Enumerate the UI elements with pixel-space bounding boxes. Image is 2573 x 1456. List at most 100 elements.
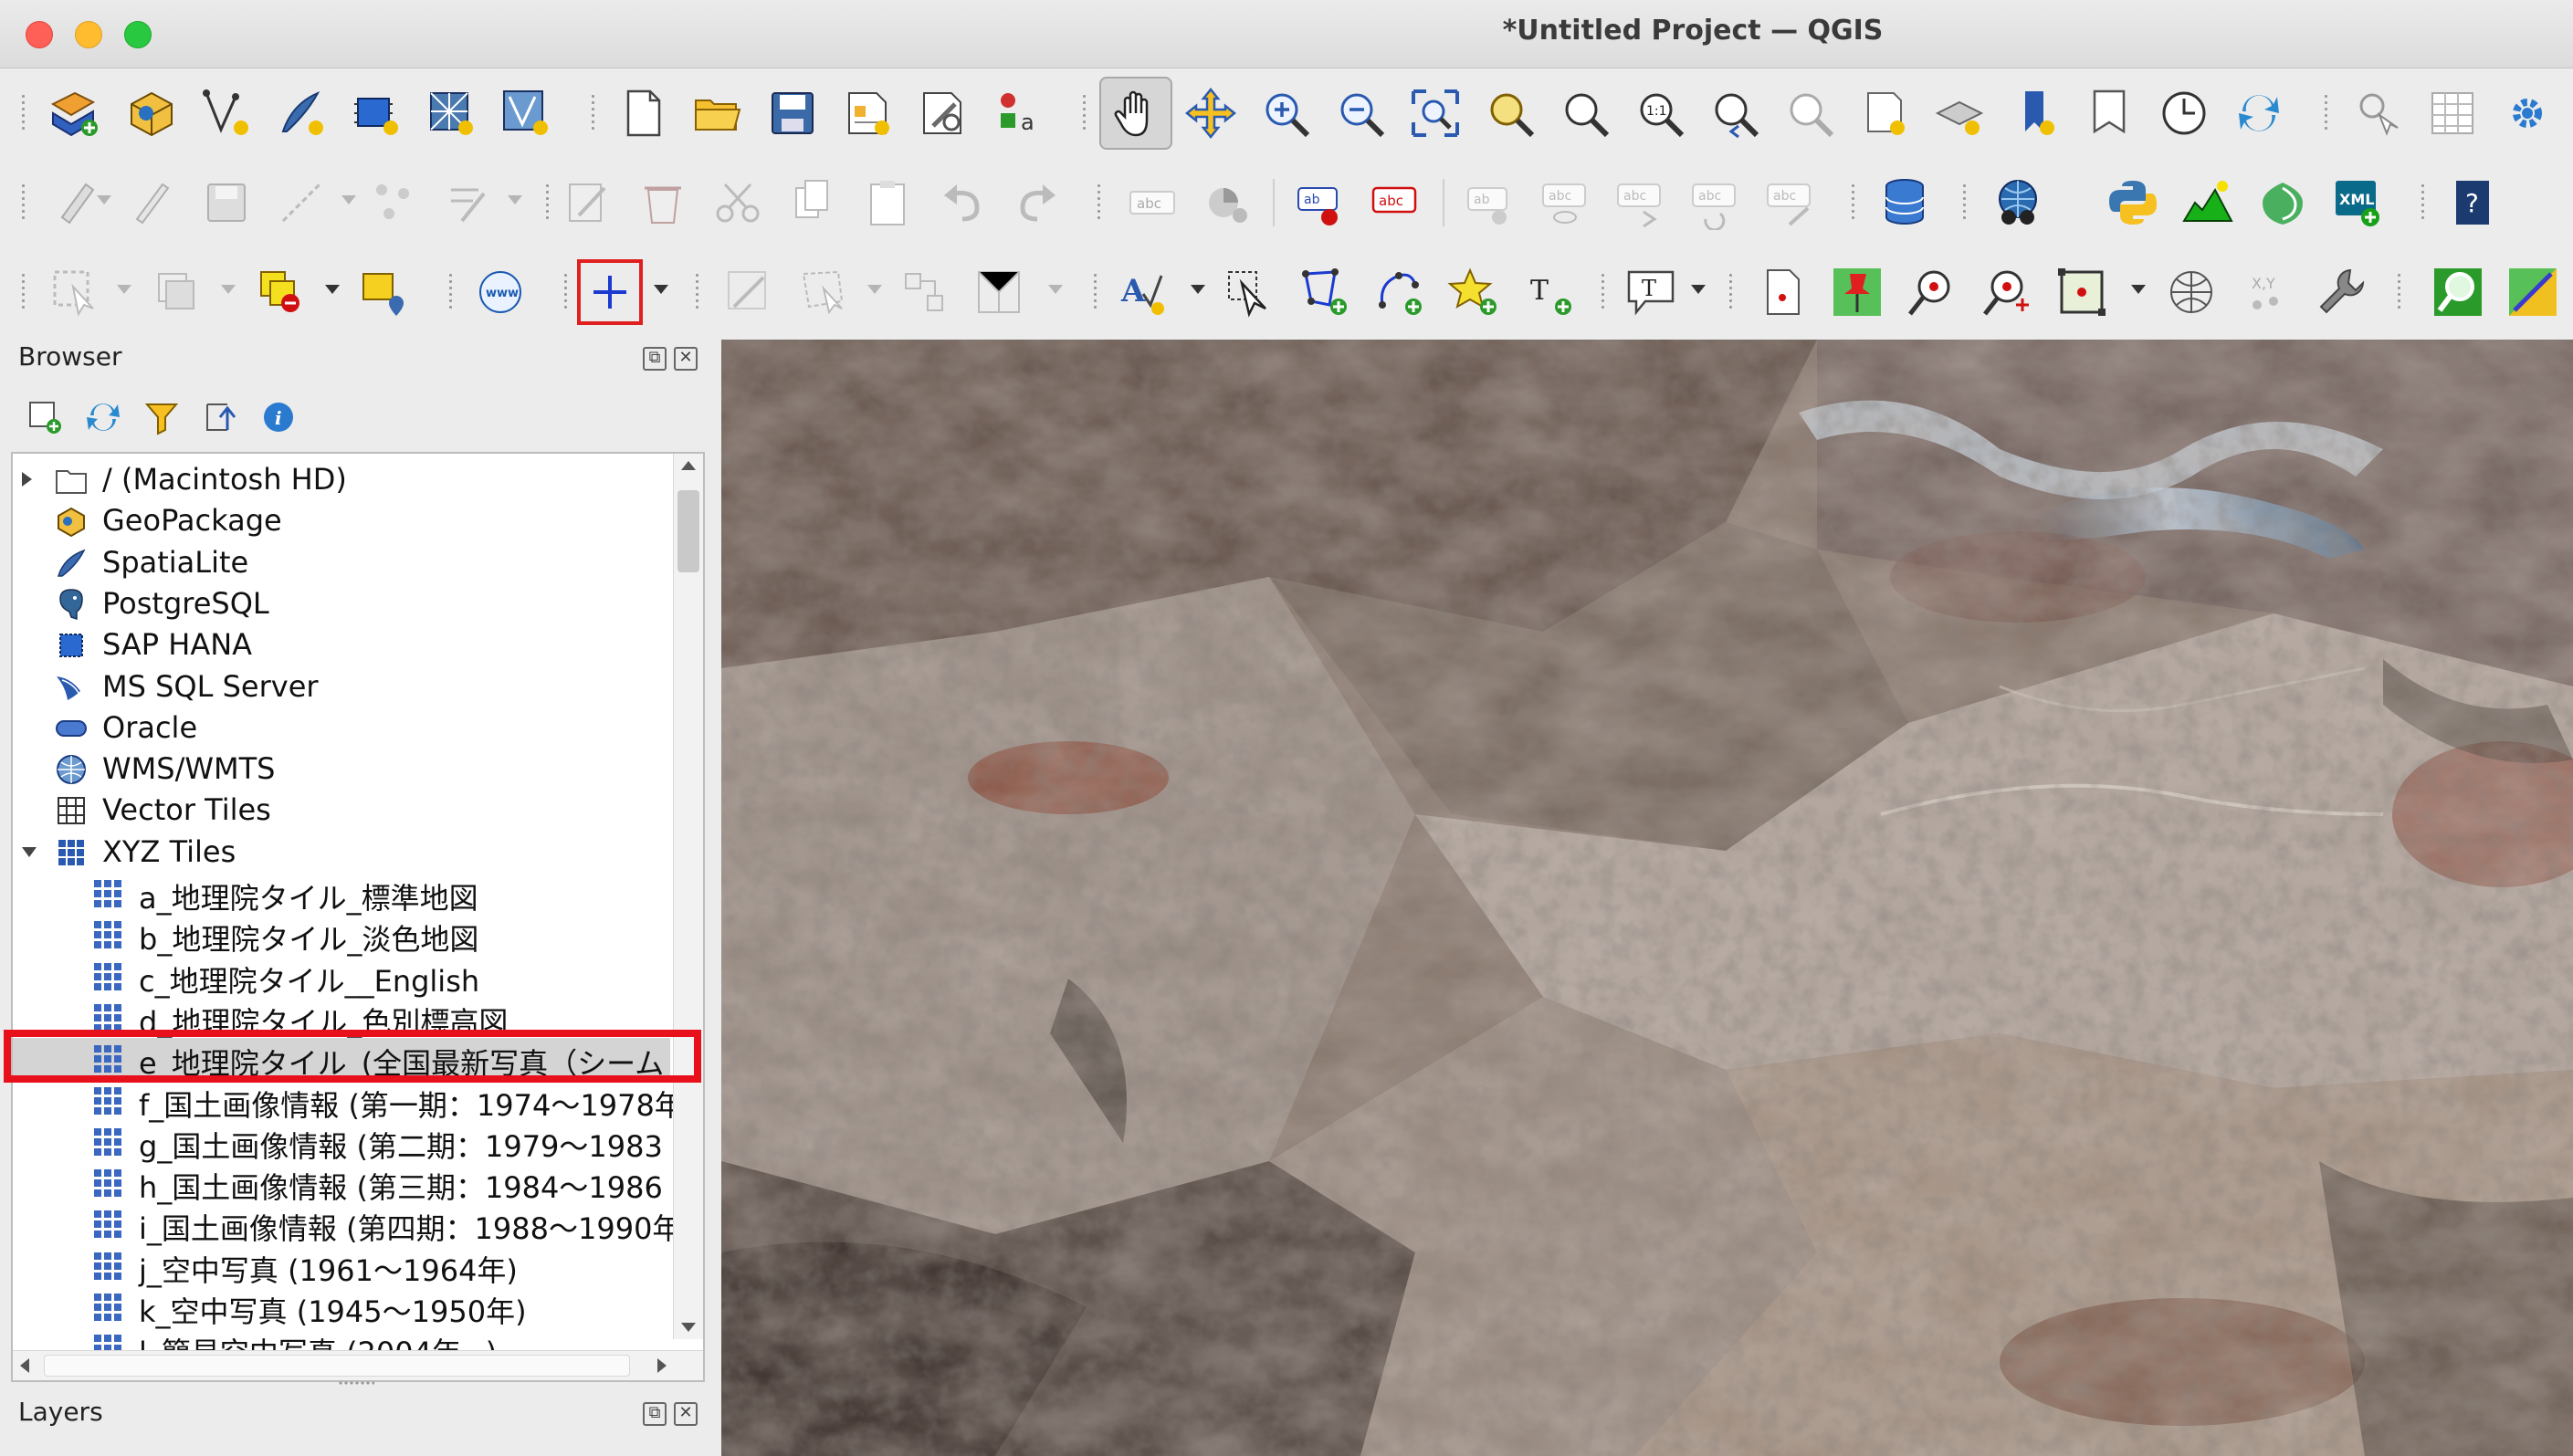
toolbar-grip[interactable] xyxy=(2420,183,2426,223)
geometry-checker-dropdown[interactable] xyxy=(1048,285,1063,294)
cut-features-icon[interactable] xyxy=(701,166,774,239)
create-text-annotation-icon[interactable]: T xyxy=(1512,256,1585,329)
network-web-icon[interactable] xyxy=(2155,256,2228,329)
zoom-next-icon[interactable] xyxy=(1773,77,1846,150)
digitize-line-icon[interactable] xyxy=(265,166,338,239)
help-contents-icon[interactable]: ? xyxy=(2436,166,2509,239)
processing-toolbox-icon[interactable] xyxy=(2491,77,2564,150)
text-annotation-icon[interactable]: T xyxy=(1614,256,1687,329)
browser-item-sap-hana[interactable]: SAP HANA xyxy=(13,624,670,665)
show-bookmarks-icon[interactable] xyxy=(2073,77,2146,150)
select-features-dropdown[interactable] xyxy=(117,285,131,294)
modify-attributes-dropdown[interactable] xyxy=(508,195,522,204)
select-by-value-dropdown[interactable] xyxy=(221,285,236,294)
scroll-right-arrow-icon[interactable] xyxy=(657,1358,667,1373)
pan-map-icon[interactable] xyxy=(1099,77,1172,150)
modify-attributes-icon[interactable] xyxy=(433,166,506,239)
geometry-checker-icon[interactable] xyxy=(962,256,1035,329)
open-project-icon[interactable] xyxy=(681,77,754,150)
refresh-browser-button[interactable] xyxy=(77,391,130,444)
qgis2web-plugin-icon[interactable] xyxy=(2246,166,2319,239)
browser-tree[interactable]: / (Macintosh HD) GeoPackage SpatiaLite Post… xyxy=(11,452,705,1382)
highlight-pinned-labels-icon[interactable]: ab xyxy=(1284,166,1357,239)
temporal-controller-icon[interactable] xyxy=(2148,77,2221,150)
search-layer-icon[interactable] xyxy=(2421,256,2494,329)
scroll-left-arrow-icon[interactable] xyxy=(20,1358,29,1373)
show-layout-manager-icon[interactable] xyxy=(906,77,979,150)
xyz-tile-item[interactable]: b_地理院タイル_淡色地図 xyxy=(13,914,670,957)
new-spatial-bookmark-icon[interactable] xyxy=(1998,77,2071,150)
create-line-annotation-icon[interactable] xyxy=(1362,256,1435,329)
select-features-icon[interactable] xyxy=(38,256,111,329)
toolbar-grip[interactable] xyxy=(590,93,596,133)
toolbar-grip[interactable] xyxy=(1096,183,1102,223)
zoom-native-resolution-icon[interactable]: 1:1 xyxy=(1623,77,1696,150)
toolbar-grip[interactable] xyxy=(20,183,26,223)
xyz-tile-item[interactable]: h_国土画像情報 (第三期：1984～1986 xyxy=(13,1162,670,1205)
vertex-tool-icon[interactable] xyxy=(358,166,431,239)
shapefile-layer-icon[interactable] xyxy=(190,77,263,150)
digitize-with-segment-icon[interactable] xyxy=(712,256,785,329)
current-edits-dropdown[interactable] xyxy=(97,195,111,204)
browser-item-vector-tiles[interactable]: Vector Tiles xyxy=(13,790,670,831)
horizontal-scrollbar[interactable] xyxy=(13,1350,703,1380)
toolbar-grip[interactable] xyxy=(694,272,700,312)
geopackage-layer-icon[interactable] xyxy=(115,77,188,150)
spatialite-layer-icon[interactable] xyxy=(265,77,338,150)
zoom-last-icon[interactable] xyxy=(1698,77,1771,150)
browser-item-folder[interactable]: / (Macintosh HD) xyxy=(13,459,670,500)
zoom-in-icon[interactable] xyxy=(1249,77,1322,150)
xyz-tile-item[interactable]: f_国土画像情報 (第一期：1974～1978年 xyxy=(13,1080,684,1123)
toolbar-grip[interactable] xyxy=(1092,272,1098,312)
expand-down-arrow-icon[interactable] xyxy=(22,846,37,857)
python-console-icon[interactable] xyxy=(2096,166,2169,239)
pan-to-selection-icon[interactable] xyxy=(1174,77,1247,150)
mesh-layer-icon[interactable] xyxy=(415,77,488,150)
georeferencer-icon[interactable] xyxy=(1746,256,1819,329)
add-layer-plus-icon[interactable] xyxy=(577,259,643,325)
zoom-to-coordinates-icon[interactable] xyxy=(1970,256,2043,329)
zoom-to-point-icon[interactable] xyxy=(1896,256,1969,329)
float-layers-panel-icon[interactable]: ⧉ xyxy=(643,1402,667,1426)
pin-place-icon[interactable] xyxy=(1821,256,1894,329)
map-swipe-icon[interactable] xyxy=(2496,256,2569,329)
scroll-down-arrow-icon[interactable] xyxy=(681,1323,696,1332)
new-project-icon[interactable] xyxy=(606,77,679,150)
zoom-full-icon[interactable] xyxy=(1399,77,1472,150)
new-map-view-icon[interactable] xyxy=(1848,77,1921,150)
vertical-scrollbar-thumb[interactable] xyxy=(677,490,699,572)
toolbar-grip[interactable] xyxy=(2396,272,2402,312)
xyz-tile-item[interactable]: k_空中写真 (1945～1950年) xyxy=(13,1286,670,1329)
collapse-all-button[interactable] xyxy=(194,391,247,444)
xml-plugin-icon[interactable]: XML xyxy=(2321,166,2394,239)
bounding-box-icon[interactable] xyxy=(2045,256,2118,329)
move-label-icon[interactable]: abc xyxy=(1603,166,1676,239)
enable-properties-button[interactable]: i xyxy=(252,391,305,444)
toolbar-grip[interactable] xyxy=(1081,93,1087,133)
select-by-polygon-icon[interactable] xyxy=(787,256,860,329)
toolbar-grip[interactable] xyxy=(20,272,26,312)
expand-right-arrow-icon[interactable] xyxy=(22,472,32,487)
change-label-icon[interactable]: abc xyxy=(1753,166,1826,239)
toolbar-grip[interactable] xyxy=(1850,183,1856,223)
toolbar-grip[interactable] xyxy=(1961,183,1968,223)
new-layer-icon[interactable] xyxy=(38,77,111,150)
zoom-out-icon[interactable] xyxy=(1324,77,1397,150)
xy-tools-icon[interactable]: X,Y xyxy=(2230,256,2303,329)
bounding-box-dropdown[interactable] xyxy=(2131,285,2146,294)
browser-item-xyz-tiles[interactable]: XYZ Tiles xyxy=(13,832,670,873)
redo-icon[interactable] xyxy=(1001,166,1074,239)
close-panel-icon[interactable]: ✕ xyxy=(674,347,698,371)
settings-wrench-icon[interactable] xyxy=(2305,256,2378,329)
select-annotation-icon[interactable] xyxy=(1213,256,1286,329)
toggle-unplaced-labels-icon[interactable]: abc xyxy=(1359,166,1432,239)
metasearch-icon[interactable] xyxy=(1981,166,2054,239)
zoom-to-layer-icon[interactable] xyxy=(1549,77,1622,150)
close-layers-panel-icon[interactable]: ✕ xyxy=(674,1402,698,1426)
open-field-calculator-icon[interactable] xyxy=(2416,77,2489,150)
paste-features-icon[interactable] xyxy=(851,166,924,239)
identify-features-icon[interactable] xyxy=(2341,77,2414,150)
rotate-label-icon[interactable]: abc xyxy=(1678,166,1751,239)
profile-tool-icon[interactable] xyxy=(2171,166,2244,239)
quickmapservices-icon[interactable]: www xyxy=(464,256,537,329)
